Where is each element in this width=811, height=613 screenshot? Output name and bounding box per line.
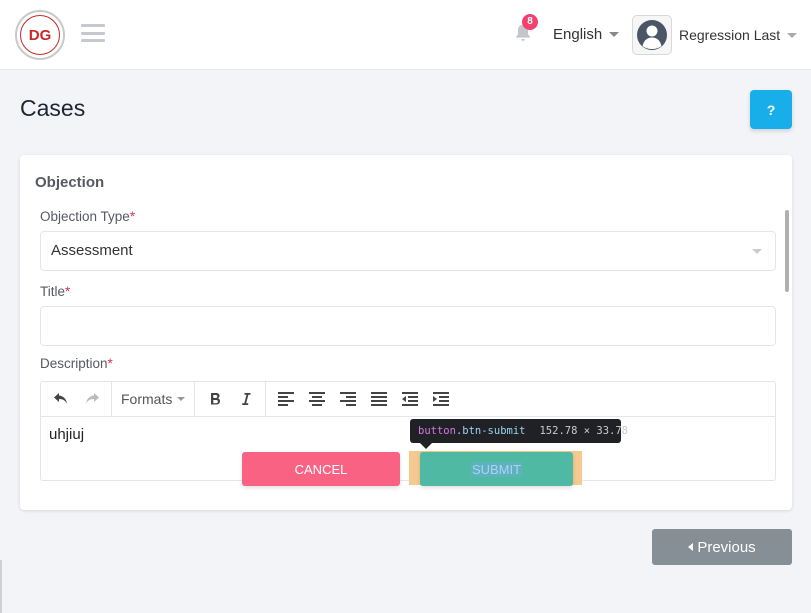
italic-icon[interactable] <box>230 385 261 413</box>
editor-content[interactable]: uhjiuj <box>41 417 775 444</box>
undo-icon[interactable] <box>45 385 76 413</box>
outdent-icon[interactable] <box>394 385 425 413</box>
language-label: English <box>553 26 603 43</box>
objection-type-select[interactable]: Assessment <box>40 231 776 271</box>
chevron-down-icon <box>787 32 798 38</box>
title-label: Title* <box>40 284 71 299</box>
page-title: Cases <box>20 95 86 121</box>
logo-mark: DG <box>20 15 60 55</box>
objection-type-label: Objection Type* <box>40 209 136 224</box>
caret-left-icon <box>688 543 694 551</box>
menu-toggle-icon[interactable] <box>81 24 105 42</box>
title-input[interactable] <box>40 306 776 346</box>
description-label: Description* <box>40 356 113 371</box>
formats-dropdown[interactable]: Formats <box>116 391 190 407</box>
cancel-button[interactable]: CANCEL <box>242 452 400 486</box>
top-bar: DG 8 English Regression Last <box>0 0 811 70</box>
user-name: Regression Last <box>679 27 781 43</box>
logo[interactable]: DG <box>15 10 65 60</box>
chevron-down-icon <box>609 32 620 37</box>
avatar[interactable] <box>632 15 672 55</box>
align-right-icon[interactable] <box>332 385 363 413</box>
objection-type-value: Assessment <box>51 242 133 259</box>
tooltip-class: .btn-submit <box>455 425 526 437</box>
previous-button[interactable]: Previous <box>652 529 792 565</box>
description-editor[interactable]: Formats uhjiuj <box>40 381 776 481</box>
section-title: Objection <box>35 174 105 191</box>
inspect-tooltip: button .btn-submit 152.78 × 33.78 <box>410 419 628 449</box>
editor-toolbar: Formats <box>41 382 775 417</box>
formats-label: Formats <box>121 391 173 407</box>
required-mark: * <box>129 209 136 224</box>
notification-badge: 8 <box>522 14 538 30</box>
align-left-icon[interactable] <box>270 385 301 413</box>
help-button[interactable]: ? <box>750 90 792 129</box>
chevron-down-icon <box>177 397 186 401</box>
redo-icon[interactable] <box>76 385 107 413</box>
objection-card: Objection Objection Type* Assessment Tit… <box>20 155 792 510</box>
submit-label: SUBMIT <box>470 461 523 477</box>
align-justify-icon[interactable] <box>363 385 394 413</box>
chevron-down-icon <box>752 249 762 254</box>
user-menu[interactable]: Regression Last <box>679 27 798 43</box>
indent-icon[interactable] <box>425 385 456 413</box>
bold-icon[interactable] <box>199 385 230 413</box>
tooltip-tag: button <box>418 425 456 437</box>
submit-button[interactable]: SUBMIT <box>420 452 573 486</box>
language-selector[interactable]: English <box>553 26 620 43</box>
left-edge-divider <box>0 560 2 613</box>
previous-label: Previous <box>697 538 756 556</box>
tooltip-dimensions: 152.78 × 33.78 <box>539 425 628 437</box>
required-mark: * <box>65 284 71 299</box>
required-mark: * <box>107 356 113 371</box>
scrollbar[interactable] <box>785 210 789 292</box>
align-center-icon[interactable] <box>301 385 332 413</box>
